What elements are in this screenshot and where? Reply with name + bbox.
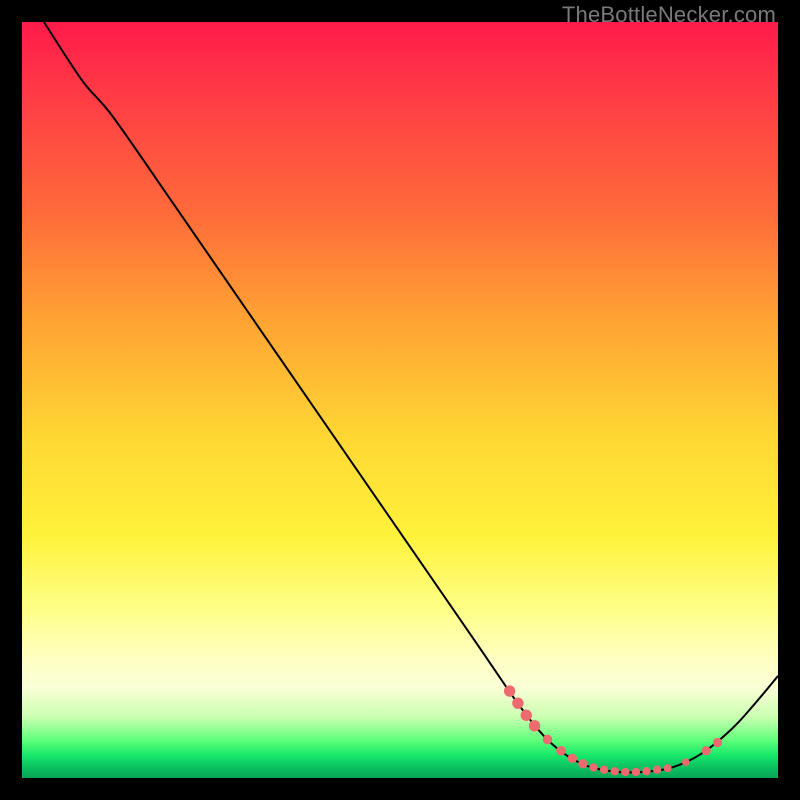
curve-marker	[556, 746, 566, 756]
chart-svg	[22, 22, 778, 778]
curve-marker	[653, 765, 661, 773]
curve-marker	[632, 768, 640, 776]
bottleneck-curve	[44, 22, 778, 772]
chart-frame: TheBottleNecker.com	[0, 0, 800, 800]
curve-marker	[589, 763, 597, 771]
curve-marker	[600, 765, 608, 773]
curve-marker	[713, 738, 722, 747]
chart-plot-area	[22, 22, 778, 778]
curve-marker	[664, 764, 672, 772]
curve-marker	[642, 767, 650, 775]
curve-marker	[512, 697, 523, 708]
curve-marker	[504, 685, 515, 696]
curve-marker	[621, 768, 629, 776]
curve-marker	[682, 758, 690, 766]
curve-markers	[504, 685, 722, 776]
curve-marker	[702, 746, 711, 755]
curve-marker	[521, 710, 532, 721]
curve-marker	[611, 767, 619, 775]
watermark-text: TheBottleNecker.com	[562, 2, 776, 28]
curve-marker	[578, 759, 587, 768]
curve-marker	[529, 720, 540, 731]
curve-marker	[568, 754, 577, 763]
curve-marker	[543, 735, 553, 745]
